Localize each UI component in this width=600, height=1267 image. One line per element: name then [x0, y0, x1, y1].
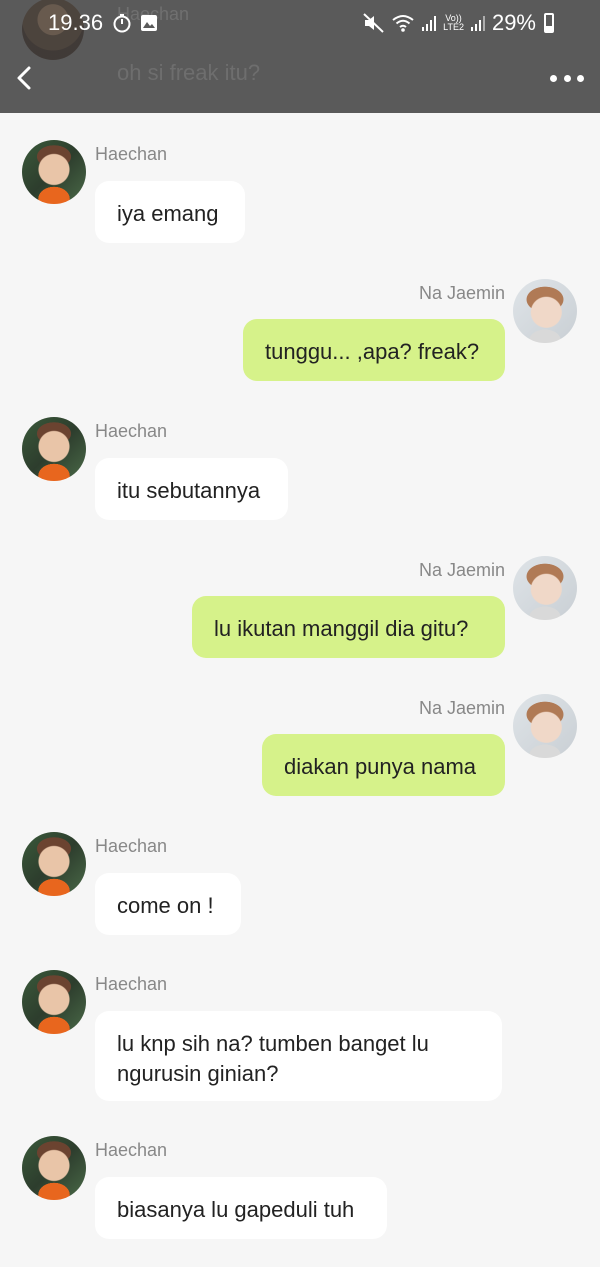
avatar[interactable] [513, 556, 577, 620]
status-time: 19.36 [48, 10, 104, 35]
message-bubble[interactable]: lu ikutan manggil dia gitu? [192, 596, 505, 658]
network-label: LTE2 [443, 22, 464, 32]
sender-name: Na Jaemin [418, 698, 505, 718]
more-dot [563, 74, 571, 82]
sender-name: Haechan [95, 836, 168, 856]
message-bubble[interactable]: biasanya lu gapeduli tuh [95, 1177, 387, 1239]
sender-name: Haechan [95, 974, 168, 994]
status-left-icons [112, 13, 158, 33]
message-bubble[interactable]: iya emang [95, 181, 245, 243]
chevron-left-icon [17, 66, 31, 90]
avatar[interactable] [22, 970, 86, 1034]
message-bubble[interactable]: lu knp sih na? tumben banget lu ngurusin… [95, 1011, 502, 1101]
signal-icon-2 [470, 14, 486, 32]
more-dot [550, 74, 557, 82]
sender-name: Haechan [95, 144, 168, 164]
sender-name: Haechan [95, 1140, 168, 1160]
message-bubble[interactable]: itu sebutannya [95, 458, 288, 520]
avatar[interactable] [22, 140, 86, 204]
timer-icon [112, 13, 132, 33]
volte-icon: Vo)) LTE2 [443, 14, 464, 32]
battery-percent: 29% [491, 10, 536, 35]
avatar[interactable] [22, 832, 86, 896]
status-right-icons: Vo)) LTE2 29% [363, 10, 554, 36]
message-bubble[interactable]: come on ! [95, 873, 241, 935]
avatar[interactable] [513, 279, 577, 343]
avatar[interactable] [22, 417, 86, 481]
chat-header: Haechan oh si freak itu? 19.36 Vo)) LTE2… [0, 0, 600, 113]
more-dot [577, 74, 584, 82]
wifi-icon [391, 13, 415, 33]
mute-icon [363, 13, 385, 33]
sender-name: Na Jaemin [418, 560, 505, 580]
more-options-button[interactable] [550, 68, 584, 88]
avatar[interactable] [22, 1136, 86, 1200]
previous-message-text: oh si freak itu? [117, 60, 261, 85]
back-button[interactable] [10, 62, 38, 94]
avatar[interactable] [513, 694, 577, 758]
message-bubble[interactable]: tunggu... ,apa? freak? [243, 319, 505, 381]
sender-name: Na Jaemin [418, 283, 505, 303]
signal-icon [421, 14, 437, 32]
battery-icon [544, 13, 554, 33]
sender-name: Haechan [95, 421, 168, 441]
gallery-icon [140, 13, 158, 33]
message-bubble[interactable]: diakan punya nama [262, 734, 505, 796]
